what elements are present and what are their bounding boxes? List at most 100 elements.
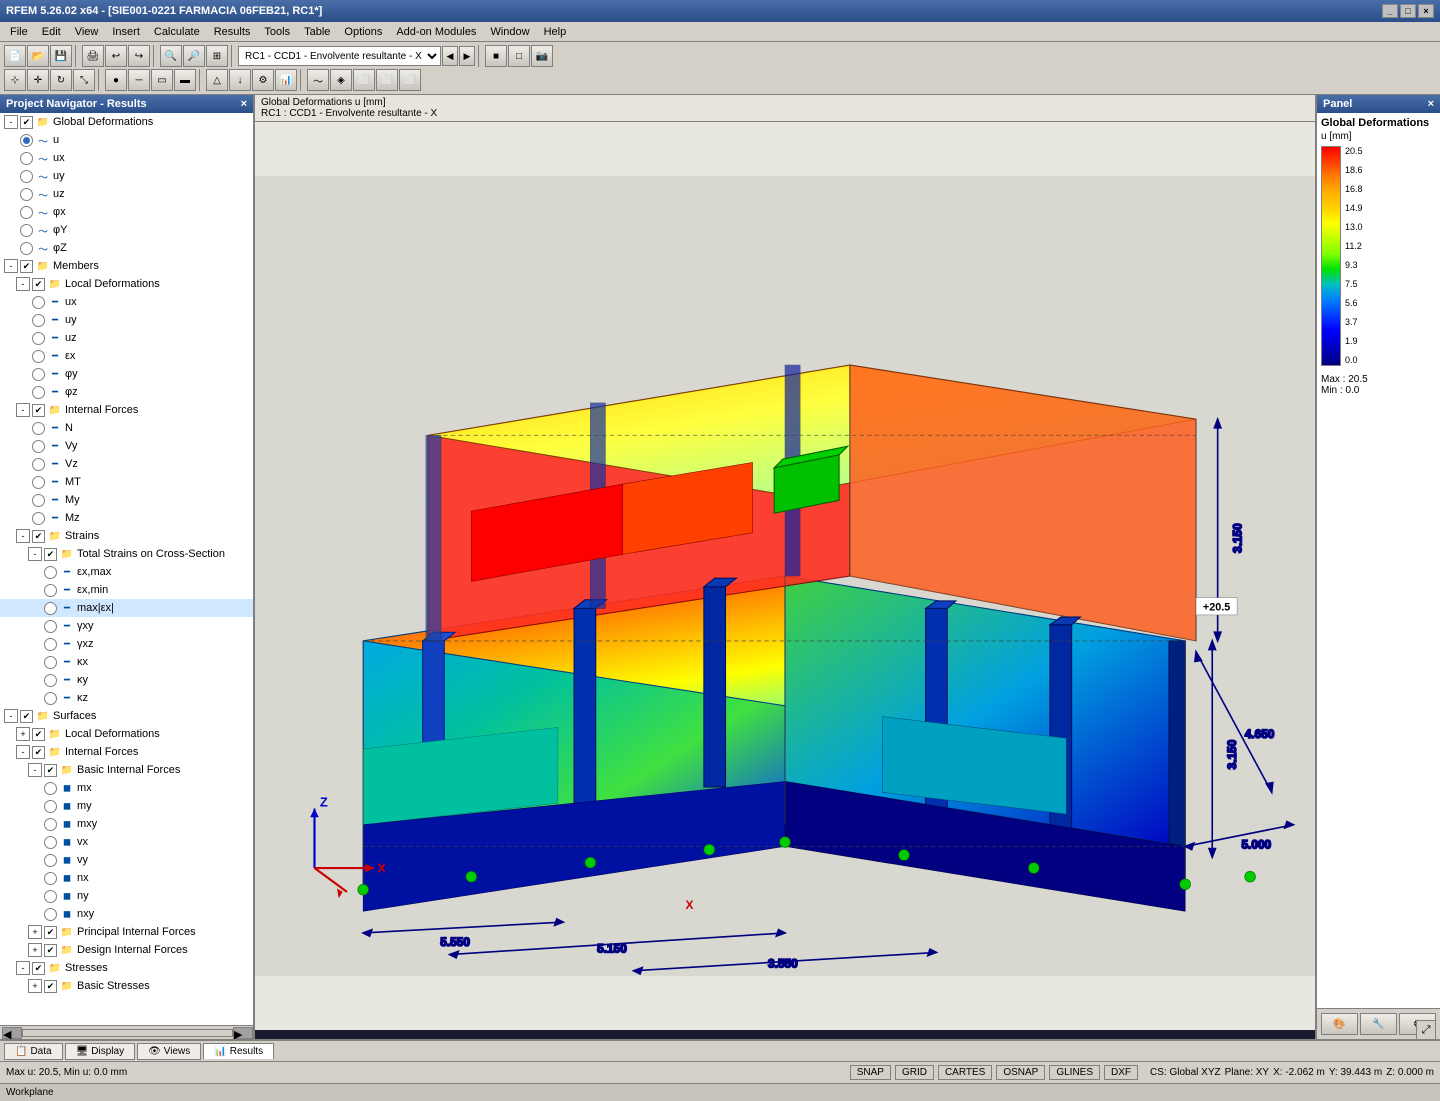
tb-save[interactable]: 💾 [50,45,72,67]
tb-scale[interactable]: ⤡ [73,69,95,91]
radio-m-MT[interactable] [32,476,45,489]
tab-data[interactable]: 📋 Data [4,1043,63,1060]
radio-m-uy[interactable] [32,314,45,327]
check-stresses[interactable]: ✔ [32,962,45,975]
tree-m-Vz[interactable]: ━ Vz [0,455,253,473]
tree-s-emin[interactable]: ━ εx,min [0,581,253,599]
check-members[interactable]: ✔ [20,260,33,273]
radio-s-yxy[interactable] [44,620,57,633]
tb-load[interactable]: ↓ [229,69,251,91]
tb-beam[interactable]: ─ [128,69,150,91]
tree-s-yxz[interactable]: ━ γxz [0,635,253,653]
radio-s-vy2[interactable] [44,854,57,867]
tree-int-forces-m[interactable]: - ✔ 📁 Internal Forces [0,401,253,419]
panel-color-btn[interactable]: 🎨 [1321,1013,1358,1035]
tree-strains[interactable]: - ✔ 📁 Strains [0,527,253,545]
tree-m-Mz[interactable]: ━ Mz [0,509,253,527]
tree-local-def[interactable]: - ✔ 📁 Local Deformations [0,275,253,293]
radio-phiy[interactable] [20,224,33,237]
close-btn[interactable]: × [1418,4,1434,18]
radio-m-Vz[interactable] [32,458,45,471]
status-dxf[interactable]: DXF [1104,1065,1138,1080]
tree-phix[interactable]: 〜 φx [0,203,253,221]
tree-m-N[interactable]: ━ N [0,419,253,437]
radio-s-emax[interactable] [44,566,57,579]
scroll-left[interactable]: ◀ [2,1027,22,1039]
expand-surf-int-forces[interactable]: - [16,745,30,759]
tree-surfaces[interactable]: - ✔ 📁 Surfaces [0,707,253,725]
scroll-track-h[interactable] [22,1029,233,1037]
tree-s-eabs[interactable]: ━ max|εx| [0,599,253,617]
tb-deform[interactable]: 〜 [307,69,329,91]
menu-help[interactable]: Help [538,24,573,40]
radio-s-kx[interactable] [44,656,57,669]
tb-calc[interactable]: ⚙ [252,69,274,91]
check-basic-int-forces[interactable]: ✔ [44,764,57,777]
radio-s-mxy[interactable] [44,818,57,831]
menu-addons[interactable]: Add-on Modules [390,24,482,40]
navigator-close[interactable]: × [241,98,247,110]
radio-m-ez[interactable] [32,386,45,399]
tb-front[interactable]: ⬜ [353,69,375,91]
check-basic-stresses[interactable]: ✔ [44,980,57,993]
radio-m-Mz[interactable] [32,512,45,525]
tb-isometric[interactable]: ◈ [330,69,352,91]
tree-m-ex[interactable]: ━ εx [0,347,253,365]
radio-s-mx[interactable] [44,782,57,795]
tb-zoom-out[interactable]: 🔎 [183,45,205,67]
menu-options[interactable]: Options [338,24,388,40]
radio-m-Vy[interactable] [32,440,45,453]
tb-undo[interactable]: ↩ [105,45,127,67]
tb-solid[interactable]: ▬ [174,69,196,91]
check-surf-local-def[interactable]: ✔ [32,728,45,741]
tree-members[interactable]: - ✔ 📁 Members [0,257,253,275]
expand-surf-local-def[interactable]: + [16,727,30,741]
scroll-right[interactable]: ▶ [233,1027,253,1039]
tb-select[interactable]: ⊹ [4,69,26,91]
tb-zoom-fit[interactable]: ⊞ [206,45,228,67]
tree-surf-local-def[interactable]: + ✔ 📁 Local Deformations [0,725,253,743]
expand-basic-stresses[interactable]: + [28,979,42,993]
menu-results[interactable]: Results [208,24,257,40]
expand-principal-int[interactable]: + [28,925,42,939]
tree-phiy[interactable]: 〜 φY [0,221,253,239]
check-global-def[interactable]: ✔ [20,116,33,129]
tree-s-nx[interactable]: ◼ nx [0,869,253,887]
tree-u[interactable]: 〜 u [0,131,253,149]
radio-s-eabs[interactable] [44,602,57,615]
tb-open[interactable]: 📂 [27,45,49,67]
tb-surface[interactable]: ▭ [151,69,173,91]
radio-m-My[interactable] [32,494,45,507]
menu-file[interactable]: File [4,24,34,40]
check-principal-int[interactable]: ✔ [44,926,57,939]
menu-insert[interactable]: Insert [106,24,146,40]
load-case-combo[interactable]: RC1 - CCD1 - Envolvente resultante - X [238,46,441,66]
radio-m-ux[interactable] [32,296,45,309]
tree-s-my[interactable]: ◼ my [0,797,253,815]
expand-local-def[interactable]: - [16,277,30,291]
tree-s-emax[interactable]: ━ εx,max [0,563,253,581]
combo-next[interactable]: ▶ [459,46,475,66]
radio-m-ex[interactable] [32,350,45,363]
tree-total-strains[interactable]: - ✔ 📁 Total Strains on Cross-Section [0,545,253,563]
tree-s-vy2[interactable]: ◼ vy [0,851,253,869]
tb-result[interactable]: 📊 [275,69,297,91]
radio-uy[interactable] [20,170,33,183]
menu-calculate[interactable]: Calculate [148,24,206,40]
radio-s-vx[interactable] [44,836,57,849]
tree-ux[interactable]: 〜 ux [0,149,253,167]
radio-s-emin[interactable] [44,584,57,597]
panel-expand-btn[interactable]: ⤢ [1416,1020,1436,1040]
expand-int-forces-m[interactable]: - [16,403,30,417]
tree-phiz[interactable]: 〜 φZ [0,239,253,257]
tree-m-ux[interactable]: ━ ux [0,293,253,311]
tb-rotate[interactable]: ↻ [50,69,72,91]
tree-s-kx[interactable]: ━ κx [0,653,253,671]
radio-u[interactable] [20,134,33,147]
menu-window[interactable]: Window [484,24,535,40]
radio-s-ny[interactable] [44,890,57,903]
radio-s-ky[interactable] [44,674,57,687]
menu-edit[interactable]: Edit [36,24,67,40]
tree-stresses[interactable]: - ✔ 📁 Stresses [0,959,253,977]
radio-phiz[interactable] [20,242,33,255]
